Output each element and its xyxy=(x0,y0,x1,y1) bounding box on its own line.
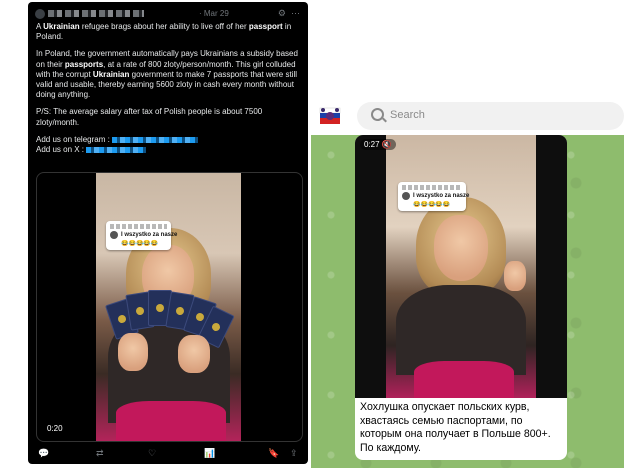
bookmark-icon[interactable]: 🔖 xyxy=(268,448,279,459)
channel-logo-icon[interactable] xyxy=(317,106,343,128)
tweet-contacts: Add us on telegram : Add us on X : xyxy=(36,135,301,155)
tweet-video[interactable]: I wszystko za nasze 😂😂😂😂😂 0:20 xyxy=(36,172,303,442)
pink-clothing xyxy=(414,361,514,398)
share-icon[interactable]: ⇪ xyxy=(290,448,298,459)
search-icon xyxy=(371,108,384,121)
search-input[interactable]: Search xyxy=(390,109,425,121)
views-icon[interactable]: 📊 xyxy=(204,448,215,459)
chat-background: I wszystko za nasze 😂😂😂😂😂 0:27 🔇 Хохлушк… xyxy=(311,135,624,468)
pink-clothing xyxy=(116,401,226,441)
hand xyxy=(504,261,526,291)
video-caption-card: I wszystko za nasze 😂😂😂😂😂 xyxy=(398,182,469,211)
tweet-paragraph-3: P/S: The average salary after tax of Pol… xyxy=(36,107,263,127)
caption-emojis: 😂😂😂😂😂 xyxy=(121,241,159,247)
caption-emojis: 😂😂😂😂😂 xyxy=(413,202,451,208)
hand xyxy=(118,333,148,371)
author-name-redacted[interactable] xyxy=(48,10,144,17)
video-frame: I wszystko za nasze 😂😂😂😂😂 xyxy=(96,173,241,441)
video-caption-card: I wszystko za nasze 😂😂😂😂😂 xyxy=(106,221,177,250)
retweet-icon[interactable]: ⇄ xyxy=(96,448,104,459)
tweet-actions: 💬 ⇄ ♡ 📊 🔖 ⇪ xyxy=(36,448,301,460)
face xyxy=(434,215,488,281)
reply-icon[interactable]: 💬 xyxy=(38,448,49,459)
hand xyxy=(178,335,210,373)
video-timestamp: 0:20 xyxy=(47,424,63,433)
search-bar[interactable]: Search xyxy=(357,102,624,130)
like-icon[interactable]: ♡ xyxy=(148,448,156,459)
video-frame: I wszystko za nasze 😂😂😂😂😂 xyxy=(386,135,536,398)
video-duration: 0:27 🔇 xyxy=(360,139,396,150)
tweet-paragraph-1: A Ukrainian refugee brags about her abil… xyxy=(36,22,292,42)
tweet-paragraph-2: In Poland, the government automatically … xyxy=(36,49,298,100)
more-icon[interactable]: ⋯ xyxy=(291,8,300,19)
tweet-date[interactable]: · Mar 29 xyxy=(199,9,229,18)
caption-avatar-icon xyxy=(110,231,118,239)
twitter-post: · Mar 29 ⚙ ⋯ A Ukrainian refugee brags a… xyxy=(28,2,308,464)
tweet-header: · Mar 29 ⚙ ⋯ xyxy=(34,8,302,21)
message-video[interactable]: I wszystko za nasze 😂😂😂😂😂 0:27 🔇 xyxy=(355,135,567,398)
grok-icon[interactable]: ⚙ xyxy=(278,8,286,19)
x-link-redacted[interactable] xyxy=(86,146,147,153)
author-avatar[interactable] xyxy=(35,9,45,19)
tweet-text: A Ukrainian refugee brags about her abil… xyxy=(36,22,301,155)
message-bubble: I wszystko za nasze 😂😂😂😂😂 0:27 🔇 Хохлушк… xyxy=(355,135,567,460)
telegram-window: Search I wszystko za nasze 😂😂😂😂😂 0:27 🔇 … xyxy=(311,95,624,468)
muted-icon[interactable]: 🔇 xyxy=(382,140,392,149)
caption-avatar-icon xyxy=(402,192,410,200)
telegram-link-redacted[interactable] xyxy=(112,136,199,143)
message-caption: Хохлушка опускает польских курв, хвастая… xyxy=(360,401,551,454)
telegram-topbar: Search xyxy=(311,95,624,135)
